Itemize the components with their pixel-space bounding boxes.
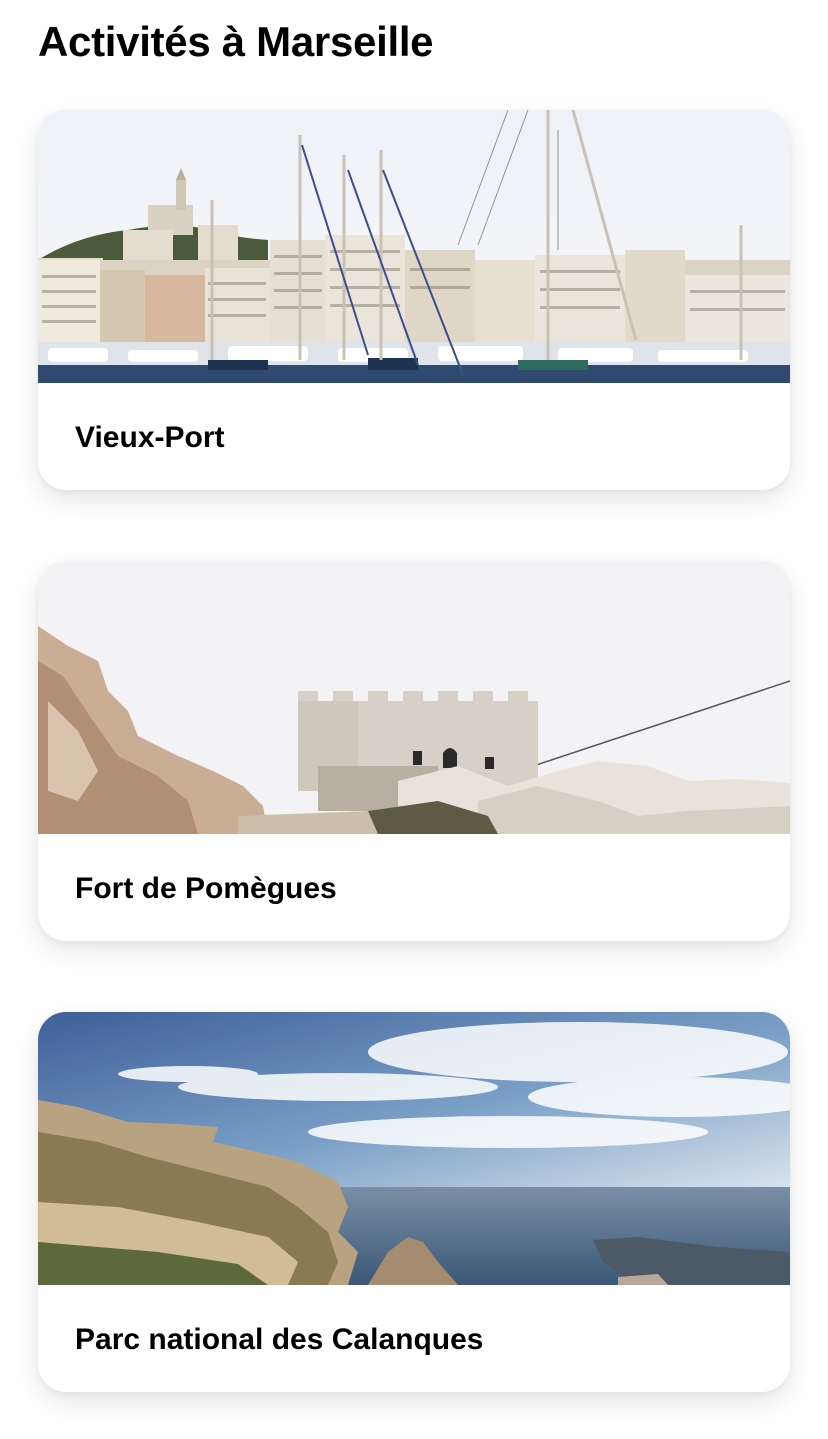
activity-name: Fort de Pomègues [75, 872, 337, 905]
activity-card-fort-de-pomegues[interactable]: Fort de Pomègues [38, 561, 790, 941]
activity-card-calanques[interactable]: Parc national des Calanques [38, 1012, 790, 1392]
fortress-photo [38, 561, 790, 834]
calanques-photo [38, 1012, 790, 1285]
page-title: Activités à Marseille [38, 18, 434, 65]
harbor-photo [38, 110, 790, 383]
activity-name: Parc national des Calanques [75, 1323, 484, 1356]
activity-card-vieux-port[interactable]: Vieux-Port [38, 110, 790, 490]
activity-name: Vieux-Port [75, 421, 225, 454]
